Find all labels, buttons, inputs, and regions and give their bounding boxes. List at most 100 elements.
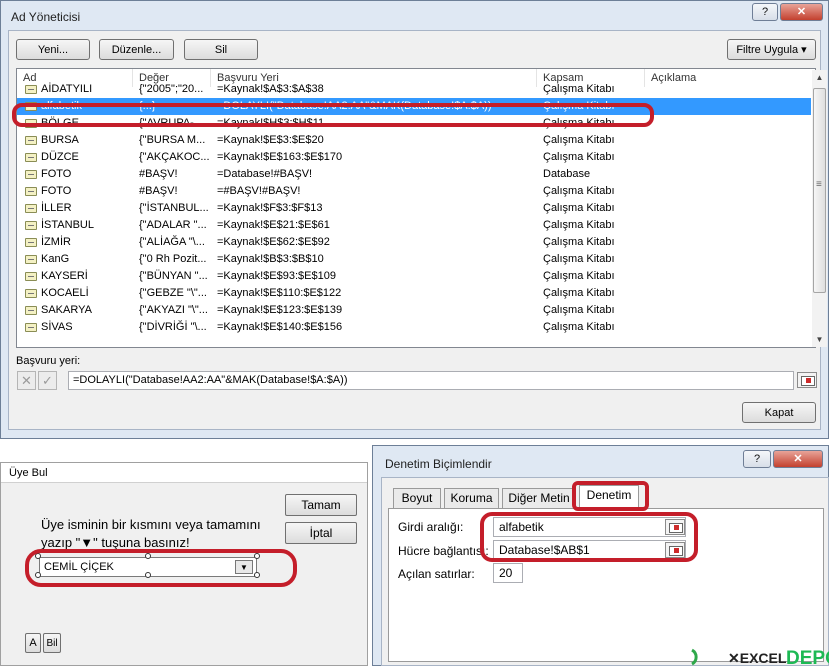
row-value: {"GEBZE "\"... — [139, 287, 207, 299]
collapse-dialog-icon[interactable] — [797, 372, 817, 388]
table-row[interactable]: KAYSERİ {"BÜNYAN "... =Kaynak!$E$93:$E$109… — [17, 268, 811, 285]
row-scope: Çalışma Kitabı — [543, 219, 615, 231]
dropdown-lines-label: Açılan satırlar: — [398, 567, 475, 581]
row-value: #BAŞV! — [139, 168, 178, 180]
scroll-down-icon[interactable]: ▼ — [812, 332, 827, 347]
row-name: KOCAELİ — [41, 287, 89, 299]
named-range-icon — [25, 85, 37, 94]
format-window-title: Denetim Biçimlendir — [385, 457, 492, 471]
row-name: DÜZCE — [41, 151, 79, 163]
row-ref: =Kaynak!$E$163:$E$170 — [217, 151, 343, 163]
row-ref: =Kaynak!$F$3:$F$13 — [217, 202, 323, 214]
input-range-label: Girdi aralığı: — [398, 520, 464, 534]
table-row[interactable]: İSTANBUL {"ADALAR "... =Kaynak!$E$21:$E$61… — [17, 217, 811, 234]
row-value: {"2005";"20... — [139, 83, 204, 95]
small-button-a[interactable]: A — [25, 633, 41, 653]
named-range-icon — [25, 306, 37, 315]
excel-depo-logo: ✕EXCEL DEPO — [688, 646, 829, 669]
table-row[interactable]: DÜZCE {"AKÇAKOC... =Kaynak!$E$163:$E$170 Ça… — [17, 149, 811, 166]
delete-button[interactable]: Sil — [184, 39, 258, 60]
row-ref: =Kaynak!$E$140:$E$156 — [217, 321, 343, 333]
table-row[interactable]: İZMİR {"ALİAĞA "\... =Kaynak!$E$62:$E$92 Ça… — [17, 234, 811, 251]
row-name: SAKARYA — [41, 304, 92, 316]
table-row[interactable]: KOCAELİ {"GEBZE "\"... =Kaynak!$E$110:$E$1… — [17, 285, 811, 302]
row-scope: Çalışma Kitabı — [543, 202, 615, 214]
scroll-up-icon[interactable]: ▲ — [812, 70, 827, 85]
ok-button[interactable]: Tamam — [285, 494, 357, 516]
row-name: SİVAS — [41, 321, 73, 333]
window-title: Ad Yöneticisi — [11, 10, 81, 24]
row-ref: =#BAŞV!#BAŞV! — [217, 185, 301, 197]
form-titlebar — [1, 463, 367, 483]
named-range-icon — [25, 238, 37, 247]
confirm-edit-icon[interactable]: ✓ — [38, 371, 57, 390]
table-row[interactable]: AİDATYILI {"2005";"20... =Kaynak!$A$3:$A$3… — [17, 81, 811, 98]
row-ref: =Kaynak!$E$110:$E$122 — [217, 287, 342, 299]
cell-link-label: Hücre bağlantısı: — [398, 544, 489, 558]
close-icon[interactable]: ✕ — [780, 3, 823, 21]
table-row[interactable]: İLLER {"İSTANBUL... =Kaynak!$F$3:$F$13 Çalı… — [17, 200, 811, 217]
row-ref: =Kaynak!$E$3:$E$20 — [217, 134, 324, 146]
table-row[interactable]: SİVAS {"DİVRİĞİ "\... =Kaynak!$E$140:$E$15… — [17, 319, 811, 336]
row-ref: =Kaynak!$E$93:$E$109 — [217, 270, 336, 282]
tab-alt-text[interactable]: Diğer Metin — [502, 488, 576, 508]
row-scope: Çalışma Kitabı — [543, 270, 615, 282]
dropdown-lines-field[interactable]: 20 — [493, 563, 523, 583]
row-scope: Çalışma Kitabı — [543, 253, 615, 265]
help-icon[interactable]: ? — [743, 450, 771, 468]
table-row[interactable]: SAKARYA {"AKYAZI "\"... =Kaynak!$E$123:$E$… — [17, 302, 811, 319]
named-range-icon — [25, 204, 37, 213]
row-name: KanG — [41, 253, 70, 265]
named-range-icon — [25, 221, 37, 230]
form-title: Üye Bul — [9, 467, 48, 479]
edit-button[interactable]: Düzenle... — [99, 39, 174, 60]
row-value: {"DİVRİĞİ "\... — [139, 321, 207, 333]
grip-icon: ≡ — [816, 179, 822, 190]
scroll-thumb[interactable]: ≡ — [813, 88, 826, 293]
row-ref: =Kaynak!$E$62:$E$92 — [217, 236, 330, 248]
help-icon[interactable]: ? — [752, 3, 778, 21]
table-row[interactable]: KanG {"0 Rh Pozit... =Kaynak!$B$3:$B$10 Çal… — [17, 251, 811, 268]
tab-annotation — [572, 481, 649, 511]
named-range-icon — [25, 255, 37, 264]
row-ref: =Kaynak!$E$21:$E$61 — [217, 219, 330, 231]
filter-button[interactable]: Filtre Uygula ▾ — [727, 39, 816, 60]
new-button[interactable]: Yeni... — [16, 39, 90, 60]
row-value: {"0 Rh Pozit... — [139, 253, 207, 265]
named-range-icon — [25, 272, 37, 281]
named-range-icon — [25, 153, 37, 162]
row-value: {"ALİAĞA "\... — [139, 236, 205, 248]
close-button[interactable]: Kapat — [742, 402, 816, 423]
row-name: İZMİR — [41, 236, 71, 248]
table-row[interactable]: FOTO #BAŞV! =#BAŞV!#BAŞV! Çalışma Kitabı — [17, 183, 811, 200]
list-scrollbar[interactable]: ▲ ≡ ▼ — [812, 70, 827, 347]
table-row[interactable]: FOTO #BAŞV! =Database!#BAŞV! Database — [17, 166, 811, 183]
row-scope: Çalışma Kitabı — [543, 321, 615, 333]
row-scope: Çalışma Kitabı — [543, 236, 615, 248]
row-name: BURSA — [41, 134, 79, 146]
tab-protection[interactable]: Koruma — [444, 488, 499, 508]
row-name: KAYSERİ — [41, 270, 88, 282]
row-scope: Çalışma Kitabı — [543, 134, 615, 146]
cancel-edit-icon[interactable]: ✕ — [17, 371, 36, 390]
row-ref: =Kaynak!$E$123:$E$139 — [217, 304, 343, 316]
tab-size[interactable]: Boyut — [393, 488, 441, 508]
refers-to-input[interactable]: =DOLAYLI("Database!AA2:AA"&MAK(Database!… — [68, 371, 794, 390]
highlight-annotation — [12, 103, 654, 127]
fields-annotation — [480, 512, 698, 562]
row-scope: Çalışma Kitabı — [543, 83, 615, 95]
row-value: {"AKYAZI "\"... — [139, 304, 208, 316]
svg-text:✕EXCEL: ✕EXCEL — [728, 650, 787, 666]
small-button-bil[interactable]: Bil — [43, 633, 61, 653]
cancel-button[interactable]: İptal — [285, 522, 357, 544]
close-icon[interactable]: ✕ — [773, 450, 823, 468]
row-value: {"AKÇAKOC... — [139, 151, 209, 163]
named-range-icon — [25, 136, 37, 145]
row-name: FOTO — [41, 185, 72, 197]
row-ref: =Kaynak!$B$3:$B$10 — [217, 253, 324, 265]
row-scope: Çalışma Kitabı — [543, 185, 615, 197]
table-row[interactable]: BURSA {"BURSA M... =Kaynak!$E$3:$E$20 Çalış… — [17, 132, 811, 149]
row-ref: =Database!#BAŞV! — [217, 168, 313, 180]
row-value: {"BURSA M... — [139, 134, 206, 146]
row-name: İLLER — [41, 202, 72, 214]
